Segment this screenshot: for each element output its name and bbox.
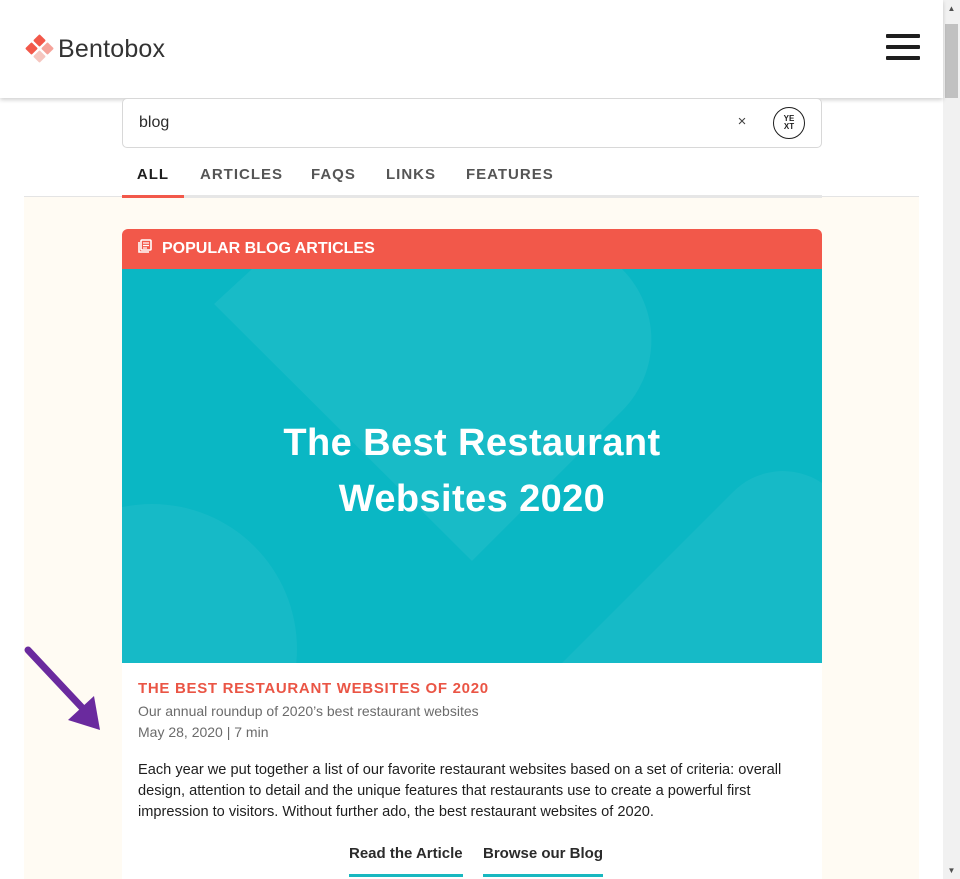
read-article-link[interactable]: Read the Article bbox=[349, 845, 463, 877]
brand-name: Bentobox bbox=[58, 34, 166, 63]
article-date-readtime: May 28, 2020 | 7 min bbox=[138, 724, 269, 740]
tab-all[interactable]: ALL bbox=[122, 160, 184, 198]
bentobox-logo[interactable]: Bentobox bbox=[24, 34, 165, 64]
search-bar: × YE XT bbox=[122, 98, 822, 148]
page-scrollbar[interactable]: ▲ ▼ bbox=[943, 0, 960, 879]
clear-search-button[interactable]: × bbox=[735, 112, 749, 132]
section-header: POPULAR BLOG ARTICLES bbox=[122, 229, 822, 269]
blog-article-card: POPULAR BLOG ARTICLES The Best Restauran… bbox=[122, 229, 822, 879]
articles-icon bbox=[138, 239, 152, 253]
article-description: Each year we put together a list of our … bbox=[138, 762, 782, 820]
bentobox-logo-icon bbox=[24, 34, 54, 64]
hero-headline-line2: Websites 2020 bbox=[338, 478, 606, 520]
article-hero-image[interactable]: The Best Restaurant Websites 2020 bbox=[122, 269, 822, 663]
tab-faqs[interactable]: FAQS bbox=[311, 160, 355, 195]
scroll-down-arrow-icon[interactable]: ▼ bbox=[943, 862, 960, 879]
section-title: POPULAR BLOG ARTICLES bbox=[162, 240, 375, 257]
article-title-link[interactable]: THE BEST RESTAURANT WEBSITES OF 2020 bbox=[138, 680, 489, 697]
yext-badge-line2: XT bbox=[783, 122, 795, 131]
annotation-arrow-icon bbox=[24, 646, 100, 730]
yext-search-icon[interactable]: YE XT bbox=[773, 107, 805, 139]
hero-headline-line1: The Best Restaurant bbox=[283, 422, 661, 464]
site-header: Bentobox bbox=[0, 0, 943, 98]
hero-headline: The Best Restaurant Websites 2020 bbox=[122, 415, 822, 527]
article-subtitle: Our annual roundup of 2020’s best restau… bbox=[138, 703, 479, 719]
scroll-up-arrow-icon[interactable]: ▲ bbox=[943, 0, 960, 17]
scrollbar-thumb[interactable] bbox=[945, 24, 958, 98]
tab-links[interactable]: LINKS bbox=[386, 160, 435, 195]
vertical-tabs: ALL ARTICLES FAQS LINKS FEATURES bbox=[122, 160, 822, 198]
menu-icon[interactable] bbox=[886, 34, 920, 60]
browse-blog-link[interactable]: Browse our Blog bbox=[483, 845, 604, 877]
tab-features[interactable]: FEATURES bbox=[466, 160, 553, 195]
search-input[interactable] bbox=[139, 99, 699, 147]
tab-articles[interactable]: ARTICLES bbox=[200, 160, 282, 195]
